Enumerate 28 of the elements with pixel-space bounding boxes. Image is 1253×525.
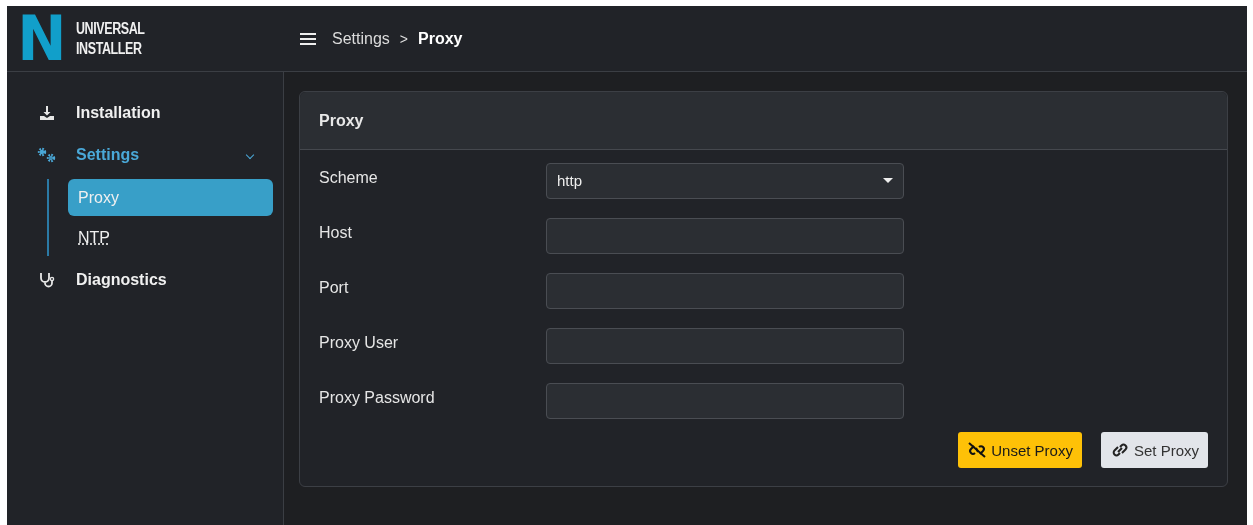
sidebar-item[interactable]: Settings [7, 134, 283, 176]
field-label: Host [319, 223, 353, 242]
input-field[interactable] [546, 272, 904, 309]
breadcrumb-item[interactable]: Settings [332, 29, 390, 48]
download-icon [37, 105, 57, 121]
field-label: Scheme [319, 168, 379, 187]
unset-proxy-button[interactable]: Unset Proxy [958, 432, 1082, 468]
logo-letter: N [17, 14, 67, 63]
set-proxy-button[interactable]: Set Proxy [1100, 432, 1208, 468]
stethoscope-icon [37, 272, 57, 288]
breadcrumb-item: Proxy [418, 29, 463, 48]
field-label: Proxy Password [319, 388, 436, 407]
password-field[interactable] [546, 382, 904, 419]
input-field[interactable] [546, 327, 904, 364]
input-field[interactable] [546, 217, 904, 254]
brand-name: UNIVERSAL [75, 18, 145, 39]
dropdown-arrow-icon [883, 178, 893, 183]
field-label: Proxy User [319, 333, 400, 352]
sidebar-subitem[interactable]: NTP [68, 219, 273, 256]
field-label: Port [319, 278, 350, 297]
broken-link-icon [967, 442, 988, 458]
menu-icon[interactable] [300, 31, 316, 46]
breadcrumb-separator: > [399, 30, 408, 47]
sidebar-item[interactable]: Diagnostics [7, 259, 283, 301]
scheme-dropdown[interactable]: http [546, 162, 904, 199]
brand-name: INSTALLER [75, 38, 143, 59]
card-title: Proxy [319, 111, 364, 130]
sidebar-item[interactable]: Installation [7, 92, 283, 134]
